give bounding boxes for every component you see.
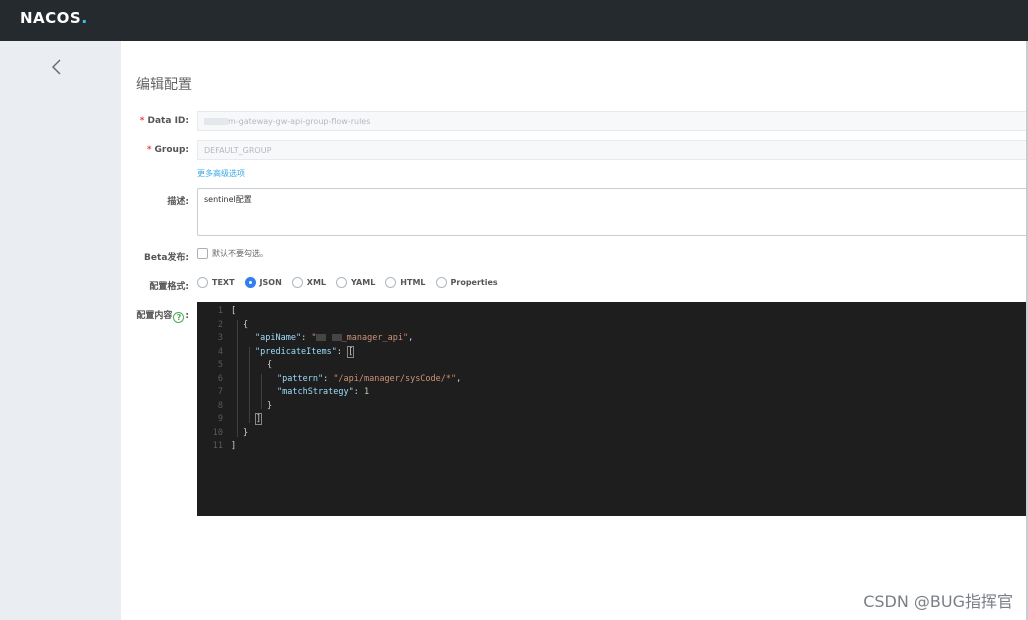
top-navbar: NACOS.	[0, 0, 1028, 41]
format-radio-group: TEXT JSON XML YAML HTML Properties	[197, 277, 508, 288]
line-number: 1	[217, 306, 223, 316]
line-number: 2	[217, 319, 223, 330]
code-line: ]	[231, 441, 237, 451]
code-line: {	[243, 319, 249, 330]
logo-dot: .	[81, 8, 88, 27]
main-content: 编辑配置 * Data ID: m-gateway-gw-api-group-fl…	[121, 41, 1028, 620]
radio-button[interactable]	[385, 277, 397, 288]
beta-checkbox-row[interactable]: 默认不要勾选。	[197, 248, 268, 259]
back-button[interactable]	[48, 57, 66, 77]
format-label: 配置格式:	[149, 282, 189, 292]
line-number: 3	[217, 333, 223, 343]
redacted-mark	[331, 334, 342, 341]
logo-text: NACOS	[20, 9, 82, 27]
watermark: CSDN @BUG指挥官	[863, 592, 1013, 611]
group-field[interactable]: DEFAULT_GROUP	[197, 140, 1028, 160]
beta-checkbox[interactable]	[197, 248, 208, 259]
code-line: "apiName": " _manager_api",	[255, 333, 414, 343]
radio-button[interactable]	[435, 277, 447, 288]
required-mark: *	[139, 116, 145, 126]
format-option-xml[interactable]: XML	[291, 277, 326, 288]
line-number: 11	[212, 441, 223, 451]
radio-button[interactable]	[291, 277, 303, 288]
indent-guide	[249, 347, 250, 423]
line-number: 4	[217, 346, 223, 357]
radio-button[interactable]	[336, 277, 348, 288]
format-option-text[interactable]: TEXT	[197, 277, 235, 288]
format-option-html[interactable]: HTML	[385, 277, 426, 288]
code-line: ]	[255, 413, 263, 425]
sidebar	[0, 41, 121, 620]
indent-guide	[237, 320, 238, 437]
chevron-left-icon	[52, 59, 61, 75]
code-line: }	[243, 427, 249, 438]
group-label: * Group:	[146, 145, 189, 155]
code-line: "pattern": "/api/manager/sysCode/*",	[277, 373, 462, 384]
format-option-yaml[interactable]: YAML	[336, 277, 375, 288]
code-line: [	[231, 306, 237, 316]
indent-guide	[261, 374, 262, 409]
radio-button-selected[interactable]	[244, 277, 256, 288]
beta-checkbox-text: 默认不要勾选。	[212, 249, 268, 258]
code-line: {	[267, 360, 273, 370]
description-label: 描述:	[167, 197, 189, 207]
required-mark: *	[146, 145, 152, 155]
question-circle-icon[interactable]: ?	[173, 312, 185, 323]
line-number: 8	[217, 400, 223, 411]
beta-label: Beta发布:	[144, 253, 189, 263]
nacos-logo[interactable]: NACOS.	[20, 8, 88, 32]
data-id-label: * Data ID:	[139, 116, 189, 126]
line-number: 7	[217, 387, 223, 397]
page-title: 编辑配置	[136, 77, 192, 93]
description-textarea[interactable]: sentinel配置	[197, 188, 1028, 236]
line-number: 6	[217, 373, 223, 384]
redacted-mark	[316, 334, 327, 341]
line-number: 9	[217, 414, 223, 424]
code-line: "predicateItems": [	[255, 345, 355, 358]
radio-button[interactable]	[197, 277, 208, 288]
redacted-mark	[204, 118, 228, 125]
format-option-json[interactable]: JSON	[244, 277, 282, 288]
data-id-field[interactable]: m-gateway-gw-api-group-flow-rules	[197, 111, 1028, 131]
line-number: 10	[212, 427, 223, 438]
content-label: 配置内容?:	[136, 311, 189, 323]
format-option-properties[interactable]: Properties	[435, 277, 498, 288]
line-number: 5	[217, 360, 223, 370]
code-line: }	[267, 400, 273, 411]
code-editor[interactable]: 1 2 3 4 5 6 7 8 9 10 11 [ { "apiName": "…	[197, 302, 1028, 516]
code-line: "matchStrategy": 1	[277, 387, 370, 397]
more-advanced-options-link[interactable]: 更多高级选项	[197, 168, 245, 179]
